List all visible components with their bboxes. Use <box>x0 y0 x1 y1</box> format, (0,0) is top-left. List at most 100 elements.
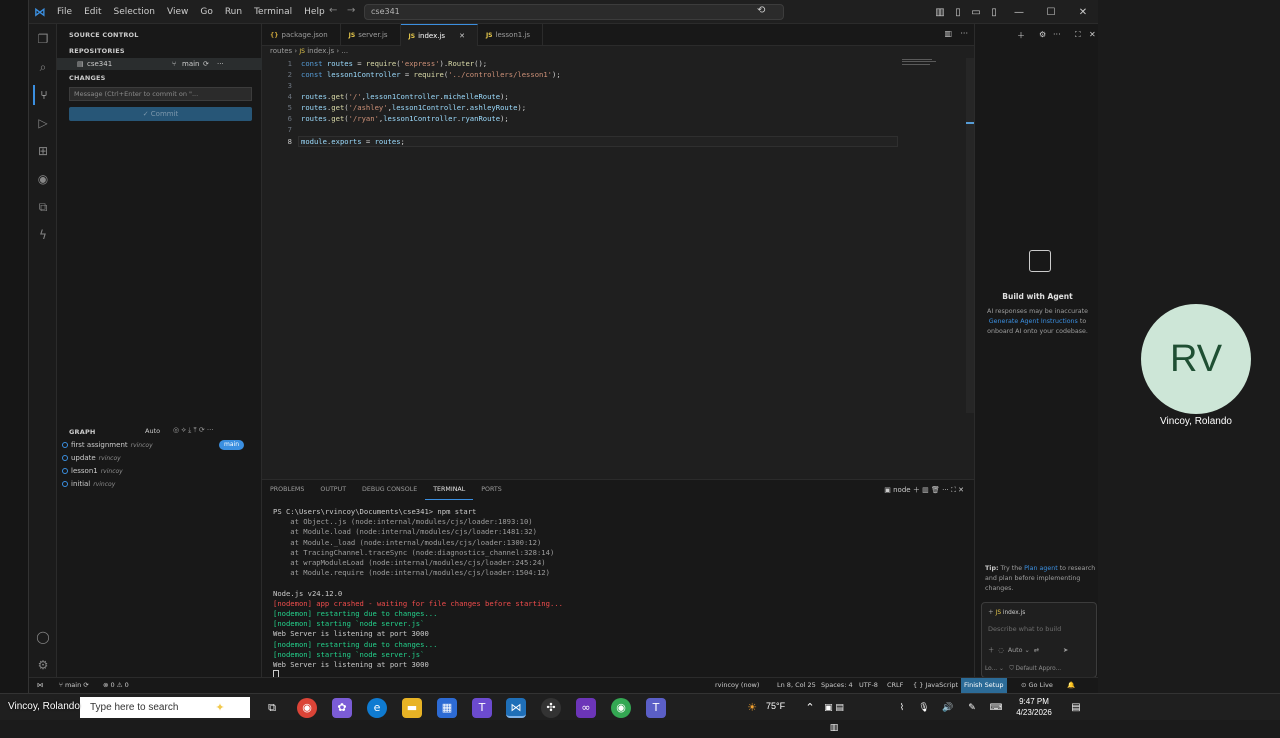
vscode-taskbar-icon[interactable]: ⋈ <box>506 698 526 718</box>
tab-terminal[interactable]: TERMINAL <box>425 480 474 500</box>
layout-icon[interactable]: ▥ <box>931 7 949 18</box>
tab-lesson1-js[interactable]: JS lesson1.js <box>478 24 544 46</box>
new-chat-icon[interactable]: ＋ <box>1017 30 1025 41</box>
command-center-search[interactable]: cse341 <box>364 4 784 20</box>
chat-settings-icon[interactable]: ⚙ <box>1039 30 1046 39</box>
code-line[interactable]: 5 routes.get('/ashley',lesson1Controller.… <box>262 102 902 113</box>
approval-setting[interactable]: Default Appro... <box>1016 666 1062 672</box>
toggle-panel-icon[interactable]: ▭ <box>967 7 985 18</box>
breadcrumb-file[interactable]: index.js <box>307 47 334 55</box>
extensions-icon[interactable]: ⊞ <box>33 141 53 161</box>
search-icon[interactable]: ⌕ <box>33 57 53 77</box>
breadcrumb-symbol[interactable]: ... <box>341 47 348 55</box>
maximize-panel-icon[interactable]: ⛶ <box>951 486 956 494</box>
task-view-icon[interactable]: ⧉ <box>262 698 282 718</box>
encoding[interactable]: UTF-8 <box>859 678 878 693</box>
settings-gear-icon[interactable]: ⚙ <box>33 655 53 675</box>
chat-input[interactable]: Describe what to build <box>988 625 1061 633</box>
panel-more-icon[interactable]: ··· <box>942 486 949 494</box>
code-line[interactable]: 8 module.exports = routes; <box>262 136 902 147</box>
store-icon[interactable]: ▦ <box>437 698 457 718</box>
minimize-icon[interactable]: — <box>1003 7 1035 18</box>
clock[interactable]: 9:47 PM 4/23/2026 <box>1010 696 1058 718</box>
menu-terminal[interactable]: Terminal <box>248 7 298 17</box>
language-mode[interactable]: { } JavaScript <box>913 678 958 693</box>
menu-view[interactable]: View <box>161 7 194 17</box>
teams-meeting-icon[interactable]: T <box>646 698 666 718</box>
tab-server-js[interactable]: JS server.js <box>341 24 401 46</box>
changes-header[interactable]: CHANGES <box>69 74 106 82</box>
code-line[interactable]: 2 const lesson1Controller = require('../c… <box>262 69 902 80</box>
code-line[interactable]: 6 routes.get('/ryan',lesson1Controller.ry… <box>262 113 902 124</box>
chat-more-icon[interactable]: ··· <box>1053 30 1061 39</box>
breadcrumb-folder[interactable]: routes <box>270 47 292 55</box>
run-debug-icon[interactable]: ▷ <box>33 113 53 133</box>
network-icon[interactable]: ⌇ <box>892 698 912 718</box>
edge-icon[interactable]: e <box>367 698 387 718</box>
graph-toolbar-icons[interactable]: ◎ ⟡ ⤓ ⤒ ⟳ ··· <box>173 426 214 435</box>
repo-branch[interactable]: main <box>182 58 200 70</box>
menu-edit[interactable]: Edit <box>78 7 107 17</box>
copilot-icon[interactable]: ⟲ <box>757 5 765 16</box>
explorer-icon[interactable]: ❐ <box>33 29 53 49</box>
send-icon[interactable]: ➤ <box>1063 647 1068 654</box>
tab-problems[interactable]: PROBLEMS <box>262 480 312 500</box>
graph-auto-label[interactable]: Auto <box>145 427 160 435</box>
graph-commit[interactable]: first assignment rvincoy main <box>57 439 262 451</box>
minimap[interactable] <box>902 58 942 68</box>
indentation[interactable]: Spaces: 4 <box>821 678 853 693</box>
maximize-icon[interactable]: ☐ <box>1035 7 1067 18</box>
chrome-icon[interactable]: ◉ <box>297 698 317 718</box>
forward-arrow-icon[interactable]: → <box>347 5 355 16</box>
graph-commit[interactable]: update rvincoy <box>57 452 262 464</box>
line-ending[interactable]: CRLF <box>887 678 903 693</box>
terminal-shell-name[interactable]: node <box>893 486 910 494</box>
graph-commit[interactable]: initial rvincoy <box>57 478 262 490</box>
toggle-secondary-sidebar-icon[interactable]: ▯ <box>985 7 1003 18</box>
split-terminal-icon[interactable]: ▥ <box>922 486 929 494</box>
tab-debug-console[interactable]: DEBUG CONSOLE <box>354 480 425 500</box>
repositories-header[interactable]: REPOSITORIES <box>69 47 125 55</box>
notification-center-icon[interactable]: ▤ <box>1066 698 1086 718</box>
close-tab-icon[interactable]: ✕ <box>459 32 465 40</box>
close-icon[interactable]: ✕ <box>1067 7 1099 18</box>
teams-icon[interactable]: T <box>472 698 492 718</box>
search-editor-icon[interactable]: ◉ <box>33 169 53 189</box>
app-icon[interactable]: ✣ <box>541 698 561 718</box>
code-line[interactable]: 4 routes.get('/',lesson1Controller.michel… <box>262 91 902 102</box>
tab-index-js[interactable]: JS index.js ✕ <box>400 24 478 46</box>
remote-icon[interactable]: ⋈ <box>37 678 44 693</box>
temperature[interactable]: 75°F <box>766 701 785 711</box>
source-control-icon[interactable]: ⑂ <box>33 85 53 105</box>
volume-icon[interactable]: 🔊 <box>938 698 958 718</box>
notifications-bell-icon[interactable]: 🔔 <box>1067 678 1075 693</box>
more-actions-icon[interactable]: ··· <box>217 58 224 70</box>
menu-help[interactable]: Help <box>298 7 331 17</box>
mic-icon[interactable]: 🎙 <box>914 698 934 718</box>
editor-scrollbar[interactable] <box>966 58 974 413</box>
split-editor-icon[interactable]: ▥ <box>944 29 952 38</box>
chrome-profile-icon[interactable]: ◉ <box>611 698 631 718</box>
file-explorer-icon[interactable]: ▬ <box>402 698 422 718</box>
lightning-icon[interactable]: ϟ <box>33 225 53 245</box>
system-tray-icons[interactable]: ⌃ <box>800 698 820 718</box>
finish-setup-button[interactable]: Finish Setup <box>961 678 1007 693</box>
repo-row[interactable]: ▤ cse341 ⑂ main ⟳ ··· <box>57 58 262 70</box>
editor-more-icon[interactable]: ··· <box>960 29 968 38</box>
graph-header[interactable]: GRAPH <box>69 428 96 436</box>
new-terminal-icon[interactable]: ＋ <box>913 486 920 494</box>
menu-go[interactable]: Go <box>194 7 218 17</box>
menu-file[interactable]: File <box>51 7 78 17</box>
branch-status[interactable]: ⑂ main ⟳ <box>59 678 89 693</box>
plan-agent-link[interactable]: Plan agent <box>1024 565 1058 572</box>
git-blame[interactable]: rvincoy (now) <box>715 678 759 693</box>
go-live-button[interactable]: ⊙ Go Live <box>1021 678 1053 693</box>
tab-package-json[interactable]: {} package.json <box>262 24 341 46</box>
kill-terminal-icon[interactable]: 🗑 <box>931 486 940 494</box>
close-chat-icon[interactable]: ✕ <box>1089 30 1096 39</box>
tab-ports[interactable]: PORTS <box>473 480 510 500</box>
keyboard-icon[interactable]: ⌨ <box>986 698 1006 718</box>
problems-status[interactable]: ⊗ 0 ⚠ 0 <box>103 678 129 693</box>
menu-run[interactable]: Run <box>219 7 248 17</box>
code-line[interactable]: 3 <box>262 80 902 91</box>
